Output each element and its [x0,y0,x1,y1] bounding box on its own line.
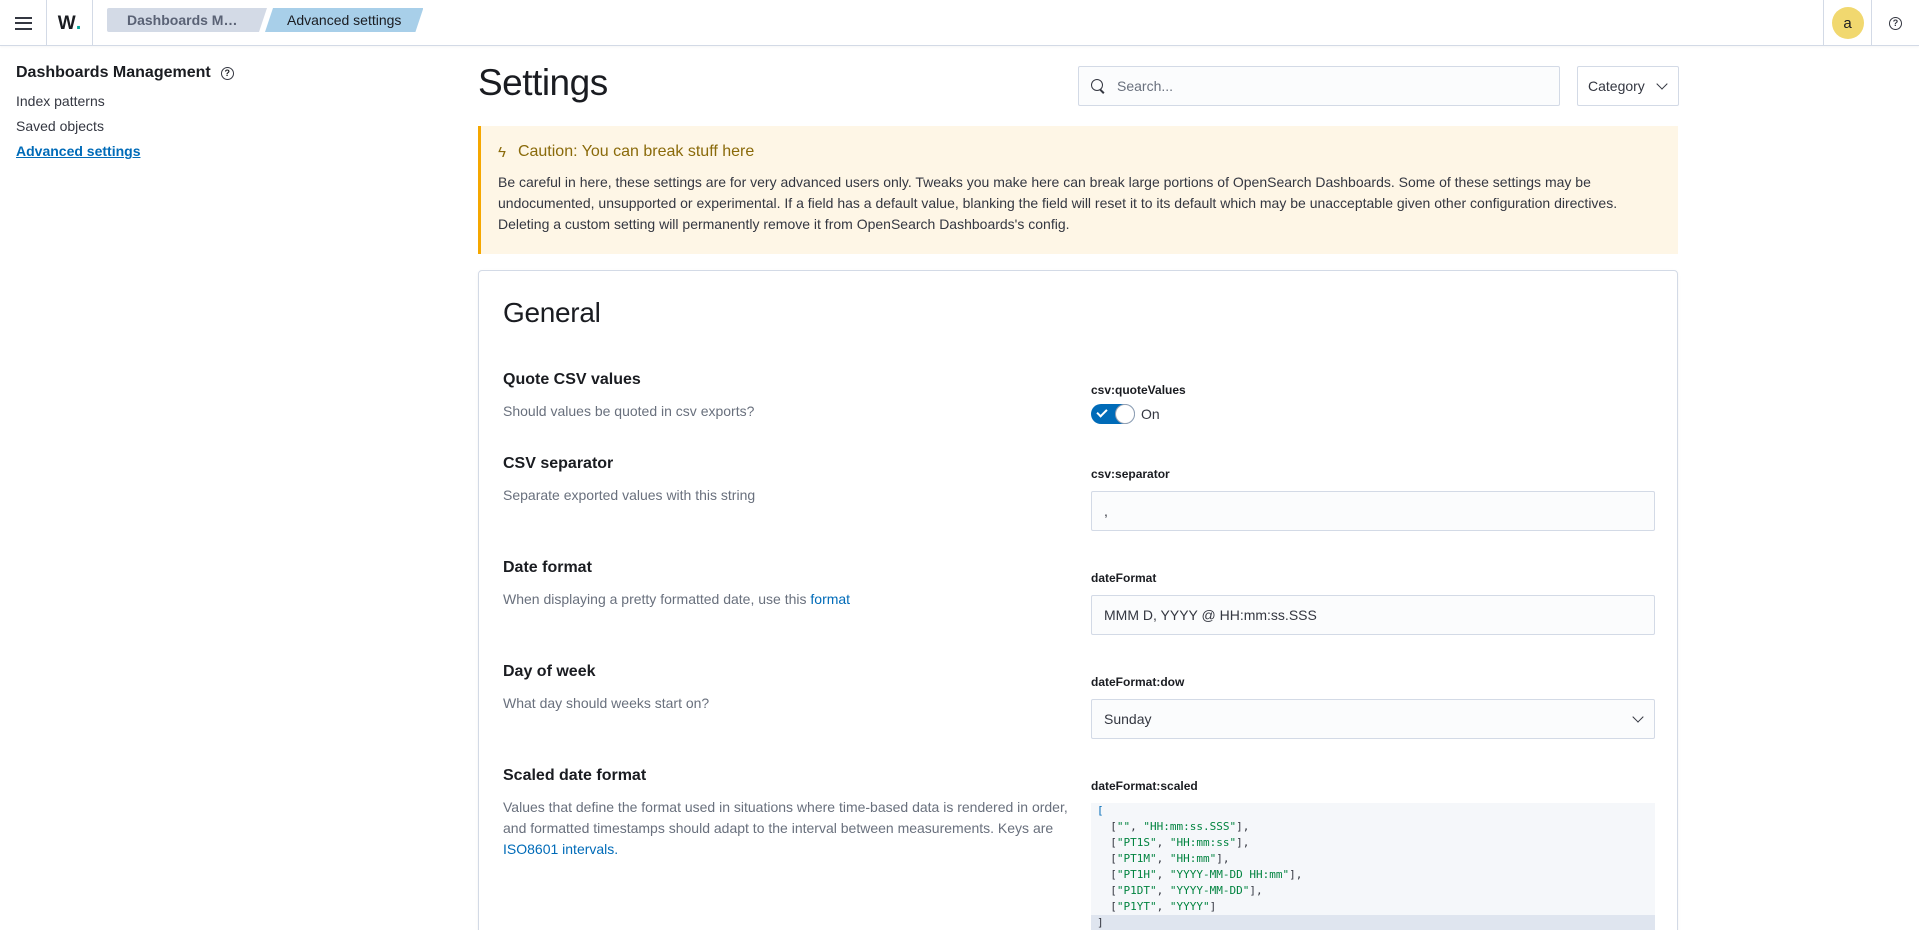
chevron-down-icon [1632,711,1644,723]
bolt-icon: ϟ [498,143,506,161]
setting-desc-quote-csv: Should values be quoted in csv exports? [503,403,755,419]
iso8601-intervals-link[interactable]: ISO8601 intervals. [503,841,618,857]
code-value: "HH:mm:ss" [1169,836,1237,849]
field-label-day-of-week: dateFormat:dow [1091,675,1185,689]
setting-desc-date-format: When displaying a pretty formatted date,… [503,589,1068,610]
day-of-week-select[interactable]: Sunday [1091,699,1655,739]
code-key: "P1DT" [1116,884,1157,897]
sidebar-title-text: Dashboards Management [16,64,211,81]
sidebar-item-advanced-settings[interactable]: Advanced settings [16,143,316,159]
help-icon: ? [1889,16,1902,30]
breadcrumb: Dashboards Management Advanced settings [107,8,423,32]
setting-title-quote-csv: Quote CSV values [503,371,641,388]
scaled-date-format-editor[interactable]: [ ["", "HH:mm:ss.SSS"], ["PT1S", "HH:mm:… [1091,803,1655,930]
setting-desc-day-of-week: What day should weeks start on? [503,695,710,711]
code-close-bracket: ] [1097,916,1104,929]
search-input[interactable] [1117,78,1537,94]
code-key: "P1YT" [1116,900,1157,913]
date-format-input[interactable]: MMM D, YYYY @ HH:mm:ss.SSS [1091,595,1655,635]
code-key: "PT1M" [1116,852,1157,865]
caution-callout: ϟ Caution: You can break stuff here Be c… [478,126,1678,254]
csv-separator-value: , [1104,503,1108,519]
sidebar-title: Dashboards Management ? [16,62,316,84]
code-line: ["P1YT", "YYYY"] [1097,900,1217,913]
setting-title-day-of-week: Day of week [503,663,596,680]
setting-title-date-format: Date format [503,559,592,576]
sidebar-item-saved-objects[interactable]: Saved objects [16,118,316,134]
sidebar-nav: Index patterns Saved objects Advanced se… [16,93,316,159]
setting-title-scaled-date-format: Scaled date format [503,767,647,784]
code-key: "" [1116,820,1131,833]
user-menu-button[interactable]: a [1823,0,1871,46]
code-line: ["PT1S", "HH:mm:ss"], [1097,836,1250,849]
settings-panel-general: General Quote CSV values Should values b… [478,270,1678,930]
code-value: "HH:mm" [1169,852,1217,865]
question-circle-icon[interactable]: ? [220,66,234,80]
code-line: ["", "HH:mm:ss.SSS"], [1097,820,1250,833]
field-label-csv-separator: csv:separator [1091,467,1170,481]
code-line: ["PT1M", "HH:mm"], [1097,852,1230,865]
csv-separator-input[interactable]: , [1091,491,1655,531]
toggle-knob [1115,404,1135,424]
page-title: Settings [478,62,608,103]
code-line: [ [1091,803,1655,819]
hamburger-icon [14,16,32,30]
help-button[interactable]: ? [1871,0,1919,46]
code-line: ["P1DT", "YYYY-MM-DD"], [1097,884,1263,897]
category-label: Category [1588,78,1645,94]
field-label-date-format: dateFormat [1091,571,1157,585]
code-key: "PT1H" [1116,868,1157,881]
callout-body: Be careful in here, these settings are f… [498,174,1618,232]
toggle-state-label: On [1141,406,1160,422]
check-icon [1096,406,1108,418]
category-filter-button[interactable]: Category [1577,66,1679,106]
top-header: W. Dashboards Management Advanced settin… [0,0,1919,46]
code-value: "YYYY-MM-DD" [1169,884,1250,897]
sidebar: Dashboards Management ? Index patterns S… [16,62,316,159]
code-key: "PT1S" [1116,836,1157,849]
code-value: "YYYY-MM-DD HH:mm" [1169,868,1290,881]
breadcrumb-advanced-settings: Advanced settings [265,8,423,32]
section-title: General [503,297,601,328]
setting-title-csv-separator: CSV separator [503,455,614,472]
setting-desc-scaled-date-format: Values that define the format used in si… [503,797,1068,860]
scaled-desc-text: Values that define the format used in si… [503,799,1068,836]
sidebar-item-index-patterns[interactable]: Index patterns [16,93,316,109]
callout-title: ϟ Caution: You can break stuff here [498,142,1662,162]
code-value: "HH:mm:ss.SSS" [1143,820,1237,833]
code-line: ["PT1H", "YYYY-MM-DD HH:mm"], [1097,868,1303,881]
date-format-desc-text: When displaying a pretty formatted date,… [503,591,811,607]
code-open-bracket: [ [1097,804,1104,817]
quote-csv-toggle[interactable] [1091,404,1135,424]
date-format-doc-link[interactable]: format [810,591,850,607]
code-line: ] [1091,915,1655,930]
search-icon [1091,79,1105,93]
field-label-scaled-date-format: dateFormat:scaled [1091,779,1198,793]
quote-csv-toggle-row: On [1091,404,1160,424]
search-box[interactable] [1078,66,1560,106]
logo-icon: W. [57,11,82,34]
breadcrumb-dashboards-management[interactable]: Dashboards Management [107,8,267,32]
app-logo[interactable]: W. [47,0,93,46]
code-rows: ["", "HH:mm:ss.SSS"], ["PT1S", "HH:mm:ss… [1091,819,1655,915]
menu-button[interactable] [0,0,47,46]
code-value: "YYYY" [1169,900,1210,913]
callout-title-text: Caution: You can break stuff here [517,143,755,160]
chevron-down-icon [1656,78,1668,90]
field-label-quote-csv: csv:quoteValues [1091,383,1186,397]
day-of-week-value: Sunday [1104,711,1152,727]
date-format-value: MMM D, YYYY @ HH:mm:ss.SSS [1104,607,1317,623]
avatar: a [1831,7,1864,39]
setting-desc-csv-separator: Separate exported values with this strin… [503,487,756,503]
